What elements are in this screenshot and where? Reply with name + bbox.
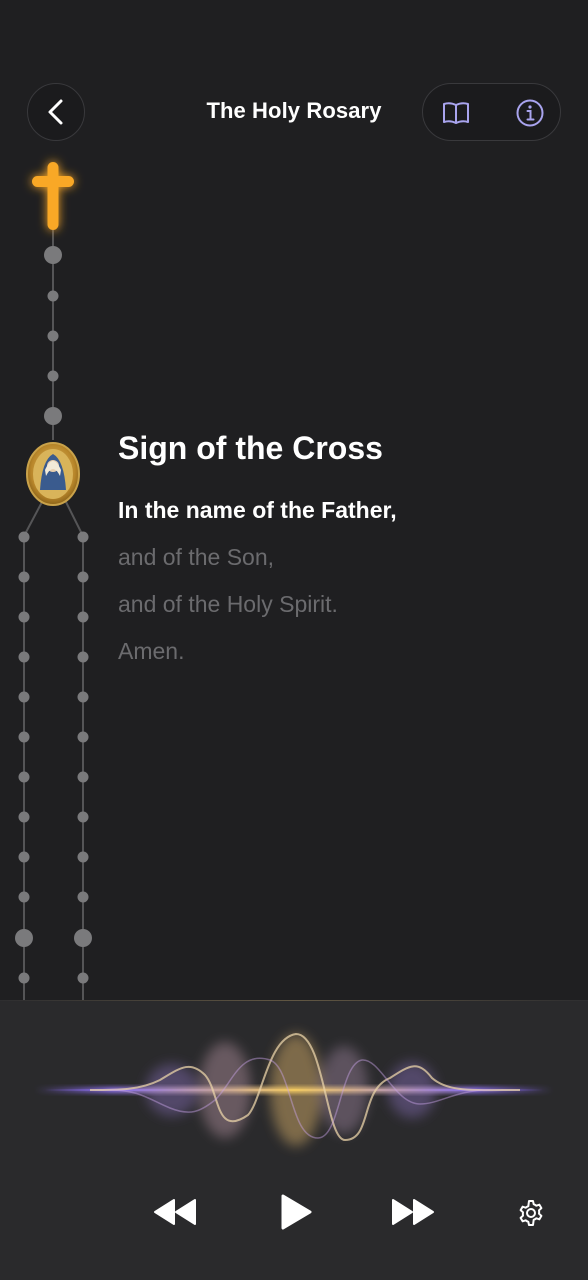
bead [47,290,59,302]
chevron-left-icon [48,99,63,125]
bead [47,330,59,342]
prayer-line: and of the Son, [118,544,275,570]
rewind-button[interactable] [150,1195,200,1229]
prayer-line: In the name of the Father, [118,497,397,523]
settings-button[interactable] [514,1196,548,1230]
book-open-icon[interactable] [441,98,471,128]
prayer-title: Sign of the Cross [118,430,383,466]
play-icon [281,1194,312,1230]
bead [47,370,59,382]
bead [44,407,62,425]
prayer-content: Sign of the Cross In the name of the Fat… [118,430,558,675]
rewind-icon [154,1199,196,1225]
fast-forward-button[interactable] [388,1195,438,1229]
rosary-progress [15,162,92,1000]
info-icon[interactable] [515,98,545,128]
medal-icon [26,442,80,506]
divider [0,1000,588,1001]
back-button[interactable] [27,83,85,141]
fast-forward-icon [392,1199,434,1225]
prayer-line: Amen. [118,638,185,664]
waveform-visualizer [35,1032,553,1146]
bead [44,246,62,264]
prayer-line: and of the Holy Spirit. [118,591,338,617]
header-actions [422,83,561,141]
play-button[interactable] [274,1190,318,1234]
audio-player [0,1000,588,1280]
page-title: The Holy Rosary [206,98,382,123]
cross-icon [32,162,74,230]
gear-icon [519,1200,543,1226]
